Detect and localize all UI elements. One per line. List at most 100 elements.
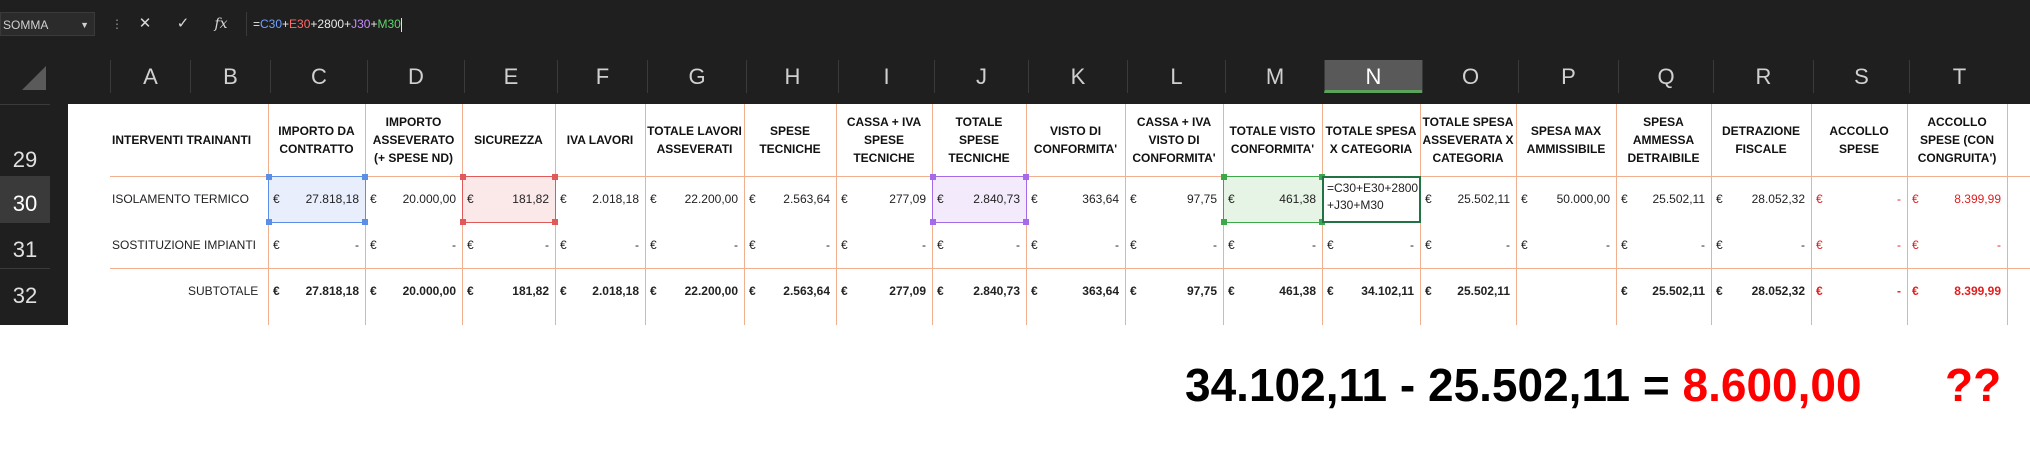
row-label-subtotale[interactable]: SUBTOTALE [188, 268, 258, 314]
column-header-m[interactable]: M [1225, 60, 1324, 93]
insert-function-icon[interactable]: fx [208, 12, 234, 36]
cell-g32[interactable]: €22.200,00 [645, 268, 744, 314]
row-header-31[interactable]: 31 [0, 222, 50, 268]
header-spesa-ammessa[interactable]: SPESA AMMESSA DETRAIBILE [1616, 104, 1711, 176]
cell-n31[interactable]: € - [1322, 222, 1420, 268]
cell-q32[interactable]: €25.502,11 [1616, 268, 1711, 314]
header-sicurezza[interactable]: SICUREZZA [462, 104, 555, 176]
cell-t30[interactable]: €8.399,99 [1907, 176, 2007, 222]
header-importo-contratto[interactable]: IMPORTO DA CONTRATTO [268, 104, 365, 176]
more-options-icon[interactable]: ⋮ [104, 12, 130, 36]
cell-c32[interactable]: €27.818,18 [268, 268, 365, 314]
cell-t31[interactable]: € - [1907, 222, 2007, 268]
header-accollo-spese[interactable]: ACCOLLO SPESE [1811, 104, 1907, 176]
header-importo-asseverato[interactable]: IMPORTO ASSEVERATO (+ SPESE ND) [365, 104, 462, 176]
cell-m31[interactable]: € - [1223, 222, 1322, 268]
cell-t32[interactable]: €8.399,99 [1907, 268, 2007, 314]
row-header-30[interactable]: 30 [0, 176, 50, 222]
resize-handle[interactable] [266, 174, 272, 180]
header-totale-lavori[interactable]: TOTALE LAVORI ASSEVERATI [645, 104, 744, 176]
cell-f31[interactable]: € - [555, 222, 645, 268]
cell-g30[interactable]: €22.200,00 [645, 176, 744, 222]
header-totale-spese-tecniche[interactable]: TOTALE SPESE TECNICHE [932, 104, 1026, 176]
column-header-c[interactable]: C [270, 60, 367, 93]
header-totale-visto[interactable]: TOTALE VISTO CONFORMITA' [1223, 104, 1322, 176]
cell-i32[interactable]: €277,09 [836, 268, 932, 314]
column-header-r[interactable]: R [1713, 60, 1813, 93]
cell-h32[interactable]: €2.563,64 [744, 268, 836, 314]
cell-s32[interactable]: € - [1811, 268, 1907, 314]
cell-q30[interactable]: €25.502,11 [1616, 176, 1711, 222]
cell-d30[interactable]: €20.000,00 [365, 176, 462, 222]
cell-q31[interactable]: € - [1616, 222, 1711, 268]
cell-g31[interactable]: € - [645, 222, 744, 268]
resize-handle[interactable] [930, 174, 936, 180]
header-spesa-max[interactable]: SPESA MAX AMMISSIBILE [1516, 104, 1616, 176]
cell-r32[interactable]: €28.052,32 [1711, 268, 1811, 314]
cell-i31[interactable]: € - [836, 222, 932, 268]
header-totale-spesa-categoria[interactable]: TOTALE SPESA X CATEGORIA [1322, 104, 1420, 176]
header-cassa-iva-spese[interactable]: CASSA + IVA SPESE TECNICHE [836, 104, 932, 176]
column-header-j[interactable]: J [934, 60, 1028, 93]
cell-o30[interactable]: €25.502,11 [1420, 176, 1516, 222]
cell-s30[interactable]: € - [1811, 176, 1907, 222]
row-label-isolamento[interactable]: ISOLAMENTO TERMICO [112, 176, 249, 222]
row-header-29[interactable]: 29 [0, 104, 50, 176]
cell-k30[interactable]: €363,64 [1026, 176, 1125, 222]
confirm-icon[interactable]: ✓ [170, 12, 196, 36]
cell-l32[interactable]: €97,75 [1125, 268, 1223, 314]
header-spese-tecniche[interactable]: SPESE TECNICHE [744, 104, 836, 176]
cell-p30[interactable]: €50.000,00 [1516, 176, 1616, 222]
column-header-k[interactable]: K [1028, 60, 1127, 93]
row-label-sostituzione[interactable]: SOSTITUZIONE IMPIANTI [112, 222, 256, 268]
header-detrazione-fiscale[interactable]: DETRAZIONE FISCALE [1711, 104, 1811, 176]
resize-handle[interactable] [460, 174, 466, 180]
column-header-b[interactable]: B [190, 60, 270, 93]
cell-n32[interactable]: €34.102,11 [1322, 268, 1420, 314]
cell-f30[interactable]: €2.018,18 [555, 176, 645, 222]
cell-l30[interactable]: €97,75 [1125, 176, 1223, 222]
header-iva-lavori[interactable]: IVA LAVORI [555, 104, 645, 176]
resize-handle[interactable] [1221, 174, 1227, 180]
cell-d31[interactable]: € - [365, 222, 462, 268]
cell-s31[interactable]: € - [1811, 222, 1907, 268]
cell-f32[interactable]: €2.018,18 [555, 268, 645, 314]
header-totale-spesa-asseverata[interactable]: TOTALE SPESA ASSEVERATA X CATEGORIA [1420, 104, 1516, 176]
column-header-h[interactable]: H [746, 60, 838, 93]
cell-o32[interactable]: €25.502,11 [1420, 268, 1516, 314]
resize-handle[interactable] [362, 174, 368, 180]
cell-e31[interactable]: € - [462, 222, 555, 268]
column-header-s[interactable]: S [1813, 60, 1909, 93]
column-header-i[interactable]: I [838, 60, 934, 93]
row-header-32[interactable]: 32 [0, 268, 50, 314]
cell-i30[interactable]: €277,09 [836, 176, 932, 222]
name-box[interactable]: SOMMA ▼ [0, 12, 95, 36]
cell-n30-editing[interactable]: =C30+E30+2800 +J30+M30 [1322, 176, 1421, 223]
cell-k32[interactable]: €363,64 [1026, 268, 1125, 314]
column-header-f[interactable]: F [557, 60, 647, 93]
cell-p31[interactable]: € - [1516, 222, 1616, 268]
column-header-o[interactable]: O [1422, 60, 1518, 93]
cancel-icon[interactable]: ✕ [132, 12, 158, 36]
cell-k31[interactable]: € - [1026, 222, 1125, 268]
resize-handle[interactable] [552, 174, 558, 180]
resize-handle[interactable] [1023, 174, 1029, 180]
chevron-down-icon[interactable]: ▼ [80, 13, 89, 37]
header-cassa-iva-visto[interactable]: CASSA + IVA VISTO DI CONFORMITA' [1125, 104, 1223, 176]
cell-h30[interactable]: €2.563,64 [744, 176, 836, 222]
cell-o31[interactable]: € - [1420, 222, 1516, 268]
cell-c31[interactable]: € - [268, 222, 365, 268]
cell-r31[interactable]: € - [1711, 222, 1811, 268]
column-header-n[interactable]: N [1324, 60, 1422, 93]
column-header-p[interactable]: P [1518, 60, 1618, 93]
header-interventi-trainanti[interactable]: INTERVENTI TRAINANTI [110, 104, 268, 176]
cell-j31[interactable]: € - [932, 222, 1026, 268]
column-header-l[interactable]: L [1127, 60, 1225, 93]
formula-input[interactable]: =C30+E30+2800+J30+M30 [246, 12, 2030, 36]
cell-h31[interactable]: € - [744, 222, 836, 268]
column-header-t[interactable]: T [1909, 60, 2009, 93]
cell-j32[interactable]: €2.840,73 [932, 268, 1026, 314]
cell-d32[interactable]: €20.000,00 [365, 268, 462, 314]
cell-r30[interactable]: €28.052,32 [1711, 176, 1811, 222]
cell-l31[interactable]: € - [1125, 222, 1223, 268]
